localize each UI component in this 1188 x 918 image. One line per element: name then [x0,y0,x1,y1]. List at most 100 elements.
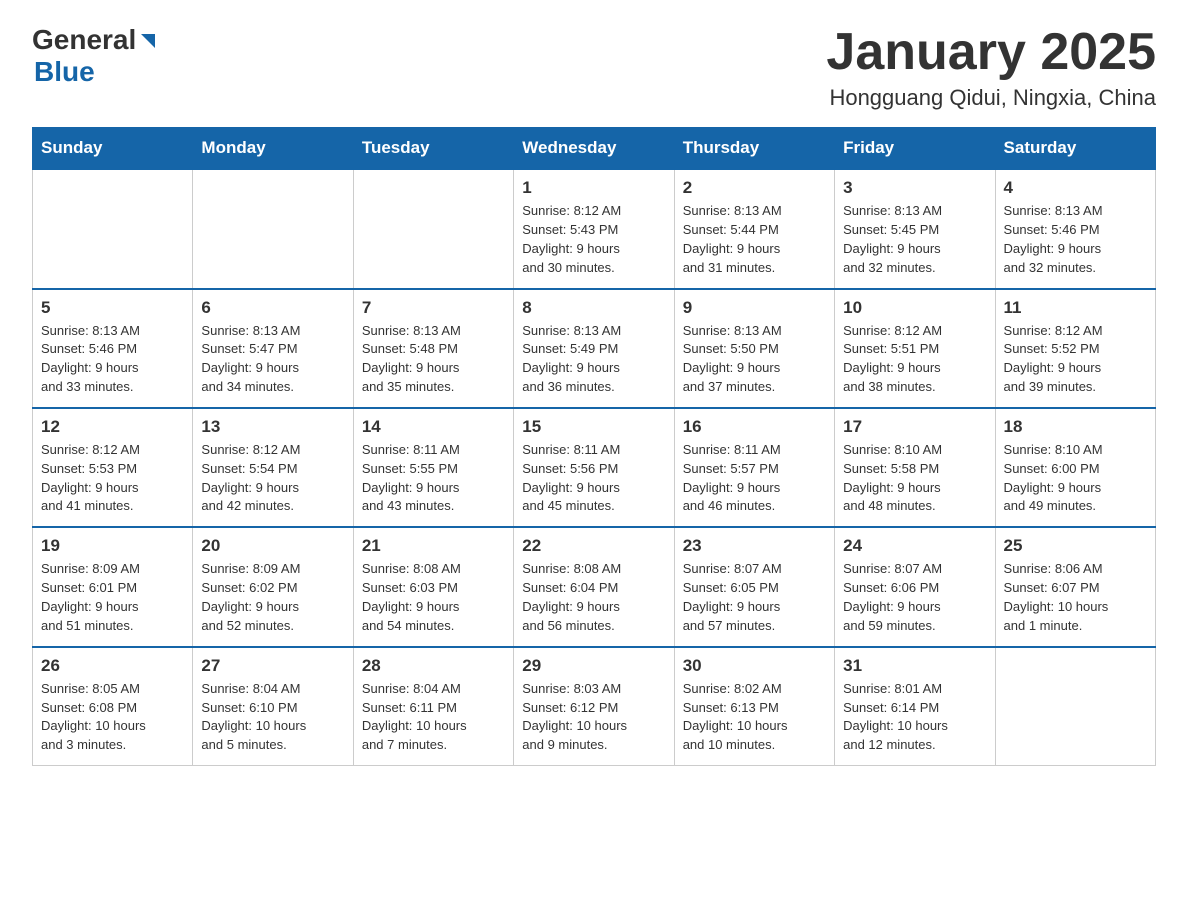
day-number: 3 [843,178,986,198]
day-info: Sunrise: 8:09 AMSunset: 6:01 PMDaylight:… [41,560,184,635]
day-number: 23 [683,536,826,556]
day-info: Sunrise: 8:10 AMSunset: 6:00 PMDaylight:… [1004,441,1147,516]
day-info: Sunrise: 8:13 AMSunset: 5:46 PMDaylight:… [1004,202,1147,277]
header-cell-friday: Friday [835,128,995,170]
day-info: Sunrise: 8:13 AMSunset: 5:46 PMDaylight:… [41,322,184,397]
day-number: 18 [1004,417,1147,437]
day-number: 28 [362,656,505,676]
day-info: Sunrise: 8:12 AMSunset: 5:43 PMDaylight:… [522,202,665,277]
day-number: 19 [41,536,184,556]
day-number: 27 [201,656,344,676]
title-area: January 2025 Hongguang Qidui, Ningxia, C… [826,24,1156,111]
day-number: 12 [41,417,184,437]
day-number: 15 [522,417,665,437]
day-number: 13 [201,417,344,437]
logo-arrow-icon [137,30,159,52]
day-number: 8 [522,298,665,318]
header-cell-tuesday: Tuesday [353,128,513,170]
day-info: Sunrise: 8:12 AMSunset: 5:53 PMDaylight:… [41,441,184,516]
day-info: Sunrise: 8:11 AMSunset: 5:57 PMDaylight:… [683,441,826,516]
day-number: 31 [843,656,986,676]
day-number: 29 [522,656,665,676]
week-row-3: 12 Sunrise: 8:12 AMSunset: 5:53 PMDayligh… [33,408,1156,527]
day-number: 26 [41,656,184,676]
day-info: Sunrise: 8:01 AMSunset: 6:14 PMDaylight:… [843,680,986,755]
day-info: Sunrise: 8:13 AMSunset: 5:48 PMDaylight:… [362,322,505,397]
page-title: January 2025 [826,24,1156,81]
day-info: Sunrise: 8:06 AMSunset: 6:07 PMDaylight:… [1004,560,1147,635]
day-number: 11 [1004,298,1147,318]
day-cell: 7 Sunrise: 8:13 AMSunset: 5:48 PMDaylight… [353,289,513,408]
day-cell: 4 Sunrise: 8:13 AMSunset: 5:46 PMDaylight… [995,169,1155,288]
day-info: Sunrise: 8:10 AMSunset: 5:58 PMDaylight:… [843,441,986,516]
calendar-table: SundayMondayTuesdayWednesdayThursdayFrid… [32,127,1156,766]
day-cell: 20Sunrise: 8:09 AMSunset: 6:02 PMDayligh… [193,527,353,646]
day-cell: 25 Sunrise: 8:06 AMSunset: 6:07 PMDayligh… [995,527,1155,646]
logo-general-text: General [32,24,136,56]
day-cell: 23 Sunrise: 8:07 AMSunset: 6:05 PMDayligh… [674,527,834,646]
day-cell: 28Sunrise: 8:04 AMSunset: 6:11 PMDayligh… [353,647,513,766]
day-info: Sunrise: 8:05 AMSunset: 6:08 PMDaylight:… [41,680,184,755]
day-cell: 29 Sunrise: 8:03 AMSunset: 6:12 PMDayligh… [514,647,674,766]
day-cell [353,169,513,288]
day-number: 30 [683,656,826,676]
day-info: Sunrise: 8:12 AMSunset: 5:51 PMDaylight:… [843,322,986,397]
day-cell: 26 Sunrise: 8:05 AMSunset: 6:08 PMDayligh… [33,647,193,766]
header-cell-wednesday: Wednesday [514,128,674,170]
calendar-body: 1 Sunrise: 8:12 AMSunset: 5:43 PMDaylight… [33,169,1156,765]
day-cell: 15 Sunrise: 8:11 AMSunset: 5:56 PMDayligh… [514,408,674,527]
day-info: Sunrise: 8:13 AMSunset: 5:45 PMDaylight:… [843,202,986,277]
day-info: Sunrise: 8:07 AMSunset: 6:05 PMDaylight:… [683,560,826,635]
day-number: 6 [201,298,344,318]
day-cell: 16 Sunrise: 8:11 AMSunset: 5:57 PMDayligh… [674,408,834,527]
header-cell-sunday: Sunday [33,128,193,170]
day-cell [193,169,353,288]
day-cell: 30Sunrise: 8:02 AMSunset: 6:13 PMDayligh… [674,647,834,766]
day-number: 21 [362,536,505,556]
day-cell: 24Sunrise: 8:07 AMSunset: 6:06 PMDayligh… [835,527,995,646]
day-number: 7 [362,298,505,318]
logo: General Blue [32,24,159,88]
week-row-2: 5Sunrise: 8:13 AMSunset: 5:46 PMDaylight… [33,289,1156,408]
week-row-4: 19 Sunrise: 8:09 AMSunset: 6:01 PMDayligh… [33,527,1156,646]
week-row-1: 1 Sunrise: 8:12 AMSunset: 5:43 PMDaylight… [33,169,1156,288]
day-info: Sunrise: 8:12 AMSunset: 5:54 PMDaylight:… [201,441,344,516]
day-cell [33,169,193,288]
day-number: 10 [843,298,986,318]
day-info: Sunrise: 8:08 AMSunset: 6:03 PMDaylight:… [362,560,505,635]
day-number: 25 [1004,536,1147,556]
day-cell: 27Sunrise: 8:04 AMSunset: 6:10 PMDayligh… [193,647,353,766]
day-info: Sunrise: 8:13 AMSunset: 5:50 PMDaylight:… [683,322,826,397]
day-number: 22 [522,536,665,556]
day-cell: 8Sunrise: 8:13 AMSunset: 5:49 PMDaylight… [514,289,674,408]
day-number: 14 [362,417,505,437]
day-number: 4 [1004,178,1147,198]
day-cell: 12 Sunrise: 8:12 AMSunset: 5:53 PMDayligh… [33,408,193,527]
day-number: 9 [683,298,826,318]
page-header: General Blue January 2025 Hongguang Qidu… [32,24,1156,111]
day-cell: 21 Sunrise: 8:08 AMSunset: 6:03 PMDayligh… [353,527,513,646]
week-row-5: 26 Sunrise: 8:05 AMSunset: 6:08 PMDayligh… [33,647,1156,766]
day-info: Sunrise: 8:11 AMSunset: 5:55 PMDaylight:… [362,441,505,516]
day-cell: 18 Sunrise: 8:10 AMSunset: 6:00 PMDayligh… [995,408,1155,527]
day-cell: 9 Sunrise: 8:13 AMSunset: 5:50 PMDaylight… [674,289,834,408]
day-cell: 6 Sunrise: 8:13 AMSunset: 5:47 PMDaylight… [193,289,353,408]
day-number: 16 [683,417,826,437]
day-number: 1 [522,178,665,198]
day-cell: 14 Sunrise: 8:11 AMSunset: 5:55 PMDayligh… [353,408,513,527]
day-cell [995,647,1155,766]
day-info: Sunrise: 8:11 AMSunset: 5:56 PMDaylight:… [522,441,665,516]
day-cell: 5Sunrise: 8:13 AMSunset: 5:46 PMDaylight… [33,289,193,408]
day-info: Sunrise: 8:03 AMSunset: 6:12 PMDaylight:… [522,680,665,755]
day-cell: 22Sunrise: 8:08 AMSunset: 6:04 PMDayligh… [514,527,674,646]
page-subtitle: Hongguang Qidui, Ningxia, China [826,85,1156,111]
calendar-header: SundayMondayTuesdayWednesdayThursdayFrid… [33,128,1156,170]
day-info: Sunrise: 8:13 AMSunset: 5:47 PMDaylight:… [201,322,344,397]
day-cell: 19 Sunrise: 8:09 AMSunset: 6:01 PMDayligh… [33,527,193,646]
day-info: Sunrise: 8:13 AMSunset: 5:44 PMDaylight:… [683,202,826,277]
day-cell: 3 Sunrise: 8:13 AMSunset: 5:45 PMDaylight… [835,169,995,288]
day-cell: 31 Sunrise: 8:01 AMSunset: 6:14 PMDayligh… [835,647,995,766]
day-number: 17 [843,417,986,437]
day-info: Sunrise: 8:09 AMSunset: 6:02 PMDaylight:… [201,560,344,635]
day-cell: 11Sunrise: 8:12 AMSunset: 5:52 PMDayligh… [995,289,1155,408]
